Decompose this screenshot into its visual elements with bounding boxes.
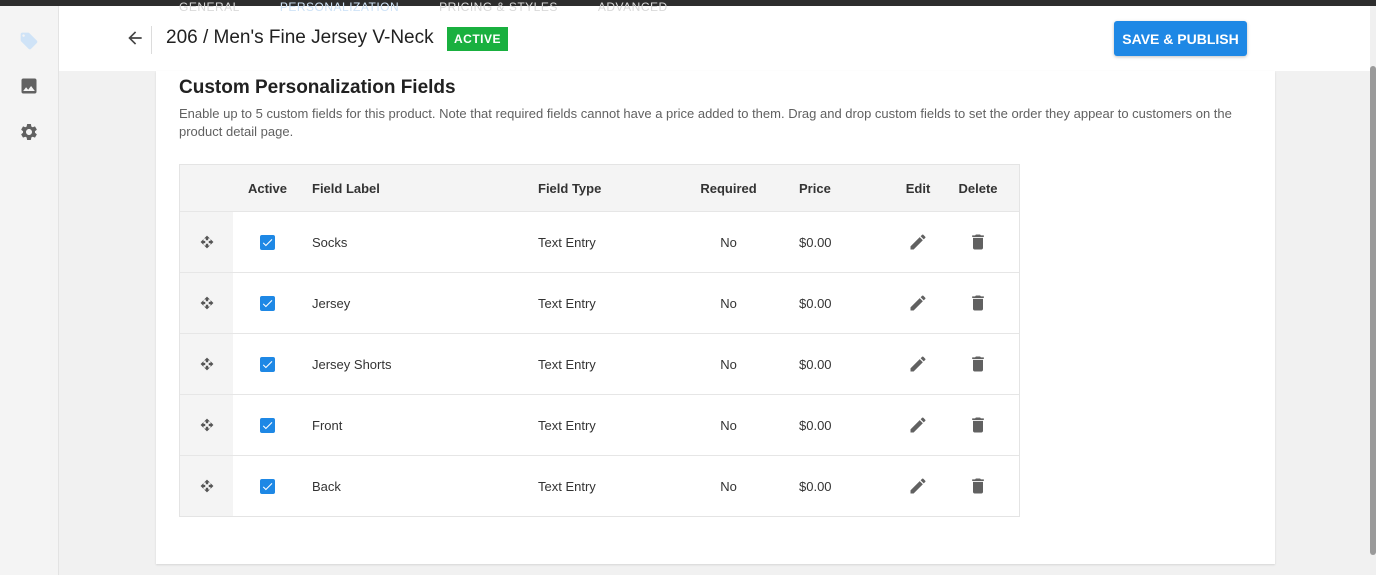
drag-handle[interactable] [180, 334, 233, 394]
column-header-label: Field Label [312, 180, 380, 196]
field-label: Back [312, 478, 341, 494]
trash-icon [972, 356, 984, 372]
trash-icon [972, 234, 984, 250]
trash-icon [972, 478, 984, 494]
check-icon [262, 238, 273, 246]
pencil-icon [910, 356, 926, 372]
tab-advanced[interactable]: ADVANCED [598, 0, 668, 14]
back-button[interactable] [123, 26, 147, 50]
field-label: Jersey Shorts [312, 356, 392, 372]
page-header: GENERAL PERSONALIZATION PRICING & STYLES… [59, 0, 1370, 71]
edit-button[interactable] [906, 474, 930, 498]
table-row: Back Text Entry No $0.00 [180, 455, 1019, 516]
field-required: No [720, 295, 737, 311]
check-icon [262, 421, 273, 429]
pencil-icon [910, 295, 926, 311]
active-checkbox[interactable] [260, 295, 275, 311]
drag-move-icon [200, 479, 213, 493]
edit-button[interactable] [906, 352, 930, 376]
column-header-price: Price [799, 180, 831, 196]
edit-button[interactable] [906, 291, 930, 315]
check-icon [262, 360, 273, 368]
drag-handle[interactable] [180, 273, 233, 333]
check-icon [262, 482, 273, 490]
column-header-edit: Edit [905, 180, 931, 196]
table-row: Socks Text Entry No $0.00 [180, 211, 1019, 272]
tab-pricing-styles[interactable]: PRICING & STYLES [439, 0, 558, 14]
section-description: Enable up to 5 custom fields for this pr… [179, 106, 1232, 139]
table-body: Socks Text Entry No $0.00 Jersey Text En… [180, 211, 1019, 516]
drag-move-icon [200, 296, 213, 310]
field-label: Front [312, 417, 343, 433]
sidebar [0, 6, 59, 575]
field-price: $0.00 [799, 356, 832, 372]
tag-icon[interactable] [18, 30, 40, 52]
edit-button[interactable] [906, 230, 930, 254]
field-type: Text Entry [538, 356, 596, 372]
active-checkbox[interactable] [260, 478, 275, 494]
personalization-card: Custom Personalization Fields Enable up … [156, 71, 1275, 564]
column-header-type: Field Type [538, 180, 602, 196]
scroll-thumb[interactable] [1370, 66, 1376, 555]
tab-bar: GENERAL PERSONALIZATION PRICING & STYLES… [179, 0, 668, 14]
table-row: Jersey Shorts Text Entry No $0.00 [180, 333, 1019, 394]
edit-button[interactable] [906, 413, 930, 437]
delete-button[interactable] [966, 230, 990, 254]
field-label: Jersey [312, 295, 351, 311]
drag-handle[interactable] [180, 212, 233, 272]
table-row: Front Text Entry No $0.00 [180, 394, 1019, 455]
drag-move-icon [200, 418, 213, 432]
image-icon[interactable] [18, 75, 40, 97]
drag-move-icon [200, 235, 213, 249]
field-required: No [720, 356, 737, 372]
field-required: No [720, 234, 737, 250]
field-price: $0.00 [799, 234, 832, 250]
check-icon [262, 299, 273, 307]
column-header-delete: Delete [958, 180, 998, 196]
field-price: $0.00 [799, 417, 832, 433]
tab-general[interactable]: GENERAL [179, 0, 240, 14]
status-badge: ACTIVE [447, 27, 509, 51]
field-type: Text Entry [538, 417, 596, 433]
header-divider [151, 26, 152, 54]
table-row: Jersey Text Entry No $0.00 [180, 272, 1019, 333]
field-required: No [720, 417, 737, 433]
pencil-icon [910, 417, 926, 433]
column-header-active: Active [247, 180, 288, 196]
pencil-icon [910, 234, 926, 250]
save-publish-button[interactable]: SAVE & PUBLISH [1114, 21, 1247, 56]
custom-fields-table: Active Field Label Field Type Required P… [179, 164, 1020, 517]
drag-handle[interactable] [180, 456, 233, 516]
column-header-required: Required [700, 180, 757, 196]
page-title: 206 / Men's Fine Jersey V-Neck [166, 27, 434, 48]
tab-personalization[interactable]: PERSONALIZATION [280, 0, 399, 14]
field-price: $0.00 [799, 478, 832, 494]
trash-icon [972, 295, 984, 311]
delete-button[interactable] [966, 413, 990, 437]
drag-handle[interactable] [180, 395, 233, 455]
delete-button[interactable] [966, 474, 990, 498]
field-type: Text Entry [538, 234, 596, 250]
field-type: Text Entry [538, 478, 596, 494]
trash-icon [972, 417, 984, 433]
field-required: No [720, 478, 737, 494]
pencil-icon [910, 478, 926, 494]
section-title: Custom Personalization Fields [179, 77, 456, 98]
active-checkbox[interactable] [260, 234, 275, 250]
arrow-left-icon [128, 31, 142, 45]
field-price: $0.00 [799, 295, 832, 311]
drag-move-icon [200, 357, 213, 371]
scrollbar[interactable] [1370, 6, 1376, 575]
delete-button[interactable] [966, 291, 990, 315]
gear-icon[interactable] [18, 121, 40, 143]
field-label: Socks [312, 234, 348, 250]
field-type: Text Entry [538, 295, 596, 311]
table-header: Active Field Label Field Type Required P… [180, 165, 1019, 211]
active-checkbox[interactable] [260, 417, 275, 433]
active-checkbox[interactable] [260, 356, 275, 372]
delete-button[interactable] [966, 352, 990, 376]
